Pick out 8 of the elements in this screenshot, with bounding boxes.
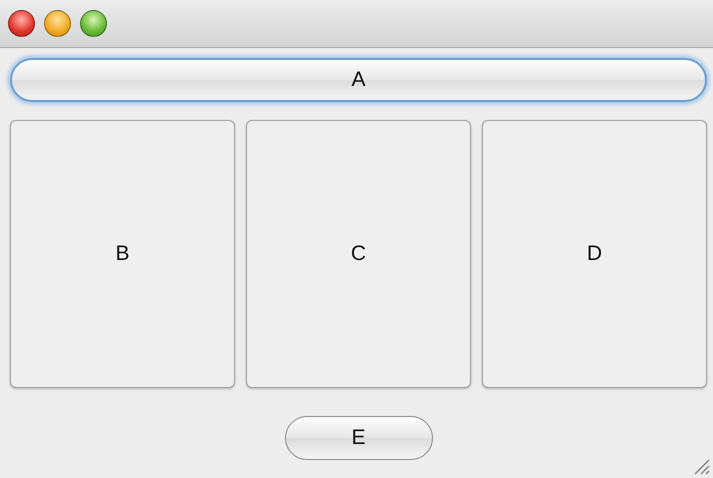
zoom-icon[interactable] xyxy=(80,10,107,37)
e-button[interactable]: E xyxy=(284,416,432,460)
minimize-icon[interactable] xyxy=(44,10,71,37)
panel-button[interactable]: B xyxy=(10,120,235,388)
a-button[interactable]: A xyxy=(10,58,707,102)
close-icon[interactable] xyxy=(8,10,35,37)
panel-button[interactable]: C xyxy=(246,120,471,388)
panel-button[interactable]: D xyxy=(482,120,707,388)
